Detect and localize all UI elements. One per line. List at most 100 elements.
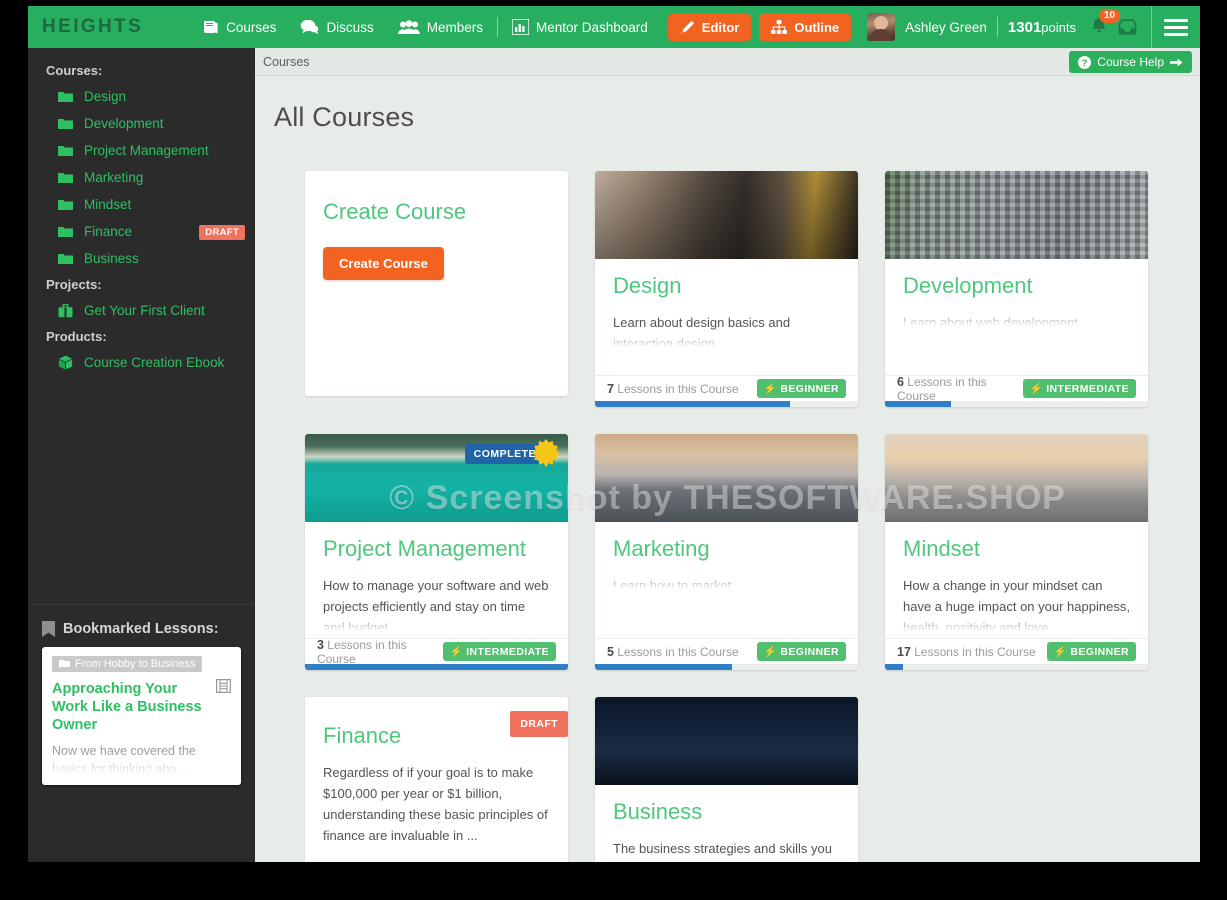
- top-header: HEIGHTS Courses Discuss Members: [28, 6, 1200, 48]
- course-card-mindset[interactable]: Mindset How a change in your mindset can…: [885, 434, 1148, 670]
- course-card-finance[interactable]: DRAFT Finance Regardless of if your goal…: [305, 697, 568, 862]
- lesson-count: 7 Lessons in this Course: [607, 382, 739, 396]
- course-card-footer: 7 Lessons in this Course ⚡BEGINNER: [595, 375, 858, 401]
- sidebar-item-design[interactable]: Design: [28, 83, 255, 110]
- status-badge-draft: DRAFT: [199, 225, 245, 240]
- notifications-button[interactable]: 10: [1090, 16, 1108, 39]
- sidebar-item-label: Project Management: [84, 143, 209, 158]
- course-title: Project Management: [323, 536, 550, 562]
- bookmark-category-label: From Hobby to Business: [75, 658, 195, 670]
- user-name[interactable]: Ashley Green: [905, 20, 987, 35]
- course-title: Mindset: [903, 536, 1130, 562]
- bolt-icon: ⚡: [1054, 645, 1067, 658]
- course-thumbnail: [885, 171, 1148, 259]
- status-badge-draft: DRAFT: [510, 711, 568, 737]
- sidebar-item-marketing[interactable]: Marketing: [28, 164, 255, 191]
- sidebar-heading-products: Products:: [28, 324, 255, 349]
- points-value: 1301: [1008, 19, 1041, 36]
- notification-badge: 10: [1099, 9, 1120, 23]
- course-title: Business: [613, 799, 840, 825]
- nav-label: Courses: [226, 20, 276, 35]
- complete-badge: COMPLETE: [465, 444, 554, 464]
- nav-label: Discuss: [326, 20, 373, 35]
- progress-fill: [885, 401, 951, 407]
- points-label: points: [1041, 20, 1076, 35]
- sidebar-item-label: Finance: [84, 224, 132, 239]
- course-description: The business strategies and skills you n…: [613, 838, 840, 862]
- editor-button-label: Editor: [702, 20, 740, 35]
- course-thumbnail: COMPLETE: [305, 434, 568, 522]
- course-title: Design: [613, 273, 840, 299]
- question-circle-icon: ?: [1078, 56, 1091, 69]
- text-fade: [595, 570, 858, 596]
- course-card-marketing[interactable]: Marketing Learn how to market 5 Lessons …: [595, 434, 858, 670]
- course-thumbnail: [595, 697, 858, 785]
- nav-label: Members: [427, 20, 483, 35]
- course-thumbnail: [885, 434, 1148, 522]
- sidebar-item-project-management[interactable]: Project Management: [28, 137, 255, 164]
- header-divider: [997, 17, 998, 37]
- svg-text:?: ?: [1082, 58, 1088, 69]
- bolt-icon: ⚡: [450, 645, 463, 658]
- pencil-icon: [680, 20, 695, 35]
- outline-button-label: Outline: [794, 20, 839, 35]
- create-course-card[interactable]: Create Course Create Course: [305, 171, 568, 396]
- sidebar: Courses: Design Development Project Mana…: [28, 48, 255, 862]
- brand-logo[interactable]: HEIGHTS: [28, 6, 178, 48]
- course-card-development[interactable]: Development Learn about web development …: [885, 171, 1148, 407]
- bolt-icon: ⚡: [764, 645, 777, 658]
- sidebar-item-course-creation-ebook[interactable]: Course Creation Ebook: [28, 349, 255, 376]
- outline-button[interactable]: Outline: [759, 14, 851, 41]
- folder-icon: [58, 253, 73, 265]
- course-card-footer: 6 Lessons in this Course ⚡INTERMEDIATE: [885, 375, 1148, 401]
- create-course-button[interactable]: Create Course: [323, 247, 444, 280]
- sidebar-item-business[interactable]: Business: [28, 245, 255, 272]
- editor-button[interactable]: Editor: [668, 14, 752, 41]
- progress-bar: [595, 664, 858, 670]
- course-help-label: Course Help: [1097, 55, 1164, 69]
- hamburger-menu-button[interactable]: [1152, 6, 1200, 48]
- sidebar-item-development[interactable]: Development: [28, 110, 255, 137]
- course-title: Development: [903, 273, 1130, 299]
- breadcrumb[interactable]: Courses: [263, 55, 310, 69]
- nav-item-courses[interactable]: Courses: [190, 6, 288, 48]
- film-icon: [216, 679, 231, 693]
- main-navigation: Courses Discuss Members Mentor Dashb: [178, 6, 1200, 48]
- level-badge: ⚡BEGINNER: [757, 642, 846, 661]
- box-icon: [58, 355, 73, 370]
- course-card-business[interactable]: Business The business strategies and ski…: [595, 697, 858, 862]
- folder-icon: [59, 659, 70, 668]
- text-fade: [885, 307, 1148, 333]
- bookmark-card[interactable]: From Hobby to Business Approaching Your …: [42, 647, 241, 785]
- course-card-body: Development Learn about web development: [885, 259, 1148, 333]
- inbox-icon[interactable]: [1118, 19, 1137, 35]
- text-fade: [305, 612, 568, 638]
- avatar[interactable]: [867, 13, 895, 41]
- lesson-count: 17 Lessons in this Course: [897, 645, 1036, 659]
- progress-fill: [305, 664, 568, 670]
- sidebar-item-mindset[interactable]: Mindset: [28, 191, 255, 218]
- sidebar-item-label: Mindset: [84, 197, 131, 212]
- sidebar-item-get-your-first-client[interactable]: Get Your First Client: [28, 297, 255, 324]
- level-badge: ⚡INTERMEDIATE: [1023, 379, 1136, 398]
- sidebar-heading-courses: Courses:: [28, 58, 255, 83]
- bookmark-icon: [42, 621, 55, 637]
- arrow-right-icon: [1170, 57, 1183, 68]
- text-fade: [595, 328, 858, 354]
- folder-icon: [58, 91, 73, 103]
- course-description: Regardless of if your goal is to make $1…: [323, 762, 550, 846]
- level-badge: ⚡INTERMEDIATE: [443, 642, 556, 661]
- course-help-button[interactable]: ? Course Help: [1069, 51, 1192, 73]
- nav-item-discuss[interactable]: Discuss: [288, 6, 385, 48]
- nav-item-mentor-dashboard[interactable]: Mentor Dashboard: [500, 6, 660, 48]
- nav-item-members[interactable]: Members: [386, 6, 495, 48]
- sidebar-item-label: Course Creation Ebook: [84, 355, 224, 370]
- sidebar-heading-projects: Projects:: [28, 272, 255, 297]
- bookmarked-lessons-section: Bookmarked Lessons: From Hobby to Busine…: [28, 605, 255, 785]
- course-card-design[interactable]: Design Learn about design basics and int…: [595, 171, 858, 407]
- app-window: HEIGHTS Courses Discuss Members: [28, 6, 1200, 862]
- course-card-project-management[interactable]: COMPLETE Project Management How to manag…: [305, 434, 568, 670]
- sidebar-item-finance[interactable]: Finance DRAFT: [28, 218, 255, 245]
- folder-icon: [58, 118, 73, 130]
- progress-bar: [885, 664, 1148, 670]
